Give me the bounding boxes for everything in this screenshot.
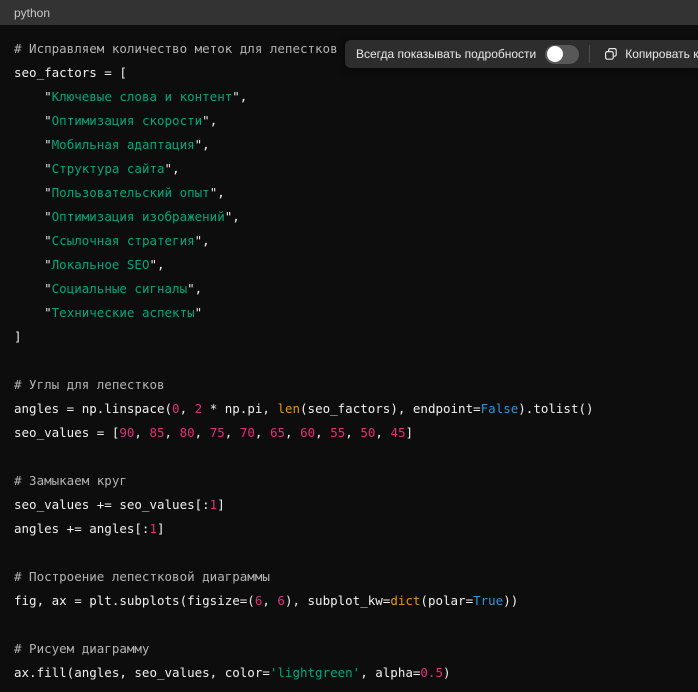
code-toolbar: Всегда показывать подробности Копировать…	[345, 40, 698, 68]
code-block-window: python # Исправляем количество меток для…	[0, 0, 698, 692]
code-line: "Пользовательский опыт",	[14, 181, 690, 205]
code-line: "Оптимизация изображений",	[14, 205, 690, 229]
code-line: "Структура сайта",	[14, 157, 690, 181]
code-line: # Углы для лепестков	[14, 373, 690, 397]
copy-code-label: Копировать код	[625, 47, 698, 61]
code-line: angles = np.linspace(0, 2 * np.pi, len(s…	[14, 397, 690, 421]
code-line: seo_values = [90, 85, 80, 75, 70, 65, 60…	[14, 421, 690, 445]
toggle-knob	[547, 46, 563, 62]
copy-icon	[603, 46, 619, 62]
code-line: seo_values += seo_values[:1]	[14, 493, 690, 517]
code-line	[14, 541, 690, 565]
details-toggle[interactable]	[545, 45, 579, 64]
code-line: fig, ax = plt.subplots(figsize=(6, 6), s…	[14, 589, 690, 613]
code-block: # Исправляем количество меток для лепест…	[0, 25, 698, 692]
code-line: "Мобильная адаптация",	[14, 133, 690, 157]
code-header-bar: python	[0, 0, 698, 25]
code-line: # Замыкаем круг	[14, 469, 690, 493]
code-line: # Рисуем диаграмму	[14, 637, 690, 661]
code-line	[14, 613, 690, 637]
code-line: angles += angles[:1]	[14, 517, 690, 541]
code-line: ]	[14, 325, 690, 349]
toolbar-divider	[589, 45, 590, 63]
code-line: # Построение лепестковой диаграммы	[14, 565, 690, 589]
copy-code-button[interactable]: Копировать код	[599, 46, 698, 62]
code-line	[14, 349, 690, 373]
language-label: python	[14, 6, 50, 20]
code-line: "Ключевые слова и контент",	[14, 85, 690, 109]
always-show-details-label: Всегда показывать подробности	[356, 47, 536, 61]
code-line: "Ссылочная стратегия",	[14, 229, 690, 253]
code-line: "Технические аспекты"	[14, 301, 690, 325]
code-line: "Социальные сигналы",	[14, 277, 690, 301]
code-line: "Локальное SEO",	[14, 253, 690, 277]
code-line: ax.fill(angles, seo_values, color='light…	[14, 661, 690, 685]
code-line	[14, 445, 690, 469]
code-line: "Оптимизация скорости",	[14, 109, 690, 133]
